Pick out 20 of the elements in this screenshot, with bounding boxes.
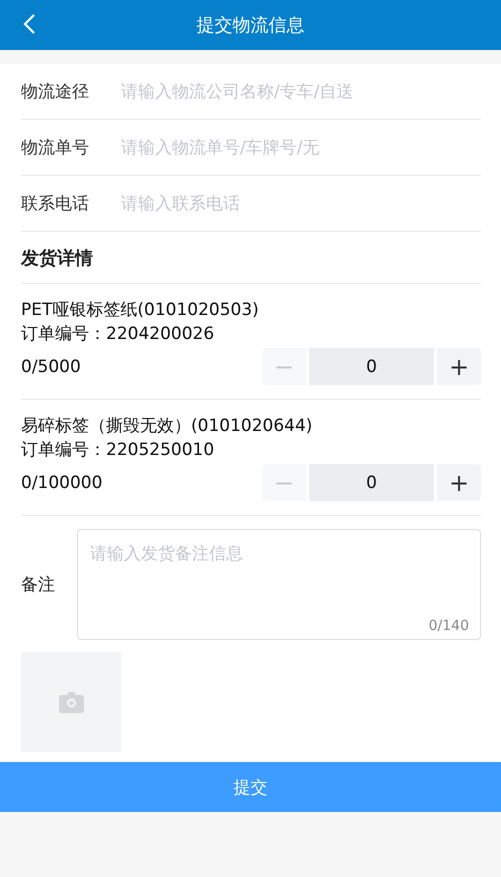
order-number: 订单编号：2205250010 [21,439,216,462]
increase-button[interactable]: + [437,348,481,385]
character-counter: 0/140 [428,618,469,634]
section-title: 发货详情 [21,232,481,284]
field-label: 物流途径 [21,81,90,103]
quantity-field[interactable]: 0 [309,464,434,501]
increase-button[interactable]: + [437,464,481,501]
quantity-field[interactable]: 0 [309,348,434,385]
product-name: 易碎标签（撕毁无效）(0101020644) [21,415,314,438]
order-number: 订单编号：2204200026 [21,323,216,346]
page-title: 提交物流信息 [196,14,304,37]
product-name: PET哑银标签纸(0101020503) [21,299,260,322]
remark-label: 备注 [21,574,56,596]
input-field[interactable]: 请输入联系电话 [121,194,481,214]
field-label: 物流单号 [21,137,90,159]
back-icon[interactable] [22,13,36,35]
camera-icon [58,692,84,712]
field-label: 联系电话 [21,193,90,215]
input-field[interactable]: 请输入物流单号/车牌号/无 [121,138,481,158]
input-field[interactable]: 请输入物流公司名称/专车/自送 [121,82,481,102]
